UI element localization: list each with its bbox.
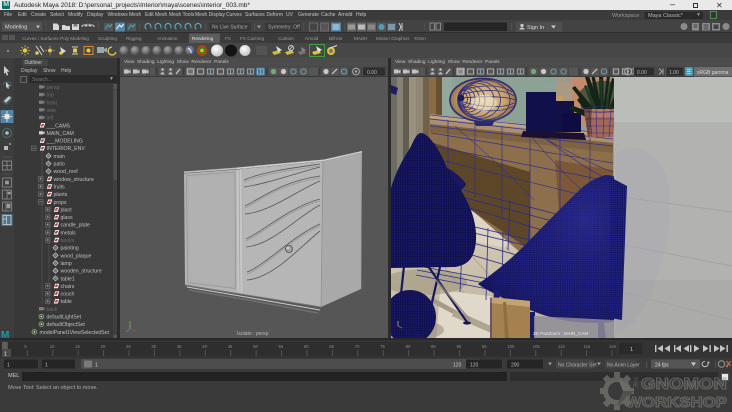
svg-text:95: 95	[482, 344, 487, 349]
svg-text:115: 115	[584, 344, 591, 349]
svg-text:INTERIOR_ENV: INTERIOR_ENV	[47, 146, 86, 152]
svg-text:0.00: 0.00	[637, 70, 647, 76]
svg-text:80: 80	[406, 344, 411, 349]
svg-text:Poly Modeling: Poly Modeling	[60, 36, 89, 41]
svg-text:40: 40	[202, 344, 207, 349]
svg-text:wood_plaque: wood_plaque	[61, 253, 92, 259]
svg-text:defaultObjectSet: defaultObjectSet	[47, 322, 86, 328]
svg-text:105: 105	[533, 344, 541, 349]
svg-text:couch: couch	[61, 292, 75, 298]
svg-text:painting: painting	[61, 246, 79, 252]
svg-text:left: left	[47, 116, 54, 122]
svg-text:10: 10	[50, 344, 55, 349]
svg-text:MASH: MASH	[354, 36, 367, 41]
svg-text:Isolate : persp: Isolate : persp	[237, 331, 269, 337]
svg-text:100: 100	[507, 344, 515, 349]
svg-text:120: 120	[453, 362, 462, 368]
svg-text:Rendering: Rendering	[192, 36, 214, 41]
svg-text:35: 35	[177, 344, 182, 349]
svg-text:Sculpting: Sculpting	[98, 36, 117, 41]
svg-text:Animation: Animation	[157, 36, 178, 41]
svg-text:persp: persp	[47, 85, 60, 91]
svg-text:plant: plant	[61, 207, 73, 213]
svg-text:glass: glass	[61, 215, 74, 221]
svg-text:85: 85	[431, 344, 436, 349]
svg-text:1.00: 1.00	[669, 70, 679, 76]
svg-text:90: 90	[456, 344, 461, 349]
svg-text:lamp: lamp	[61, 261, 72, 267]
svg-text:No Character Set: No Character Set	[558, 362, 597, 368]
svg-text:1: 1	[7, 362, 10, 368]
svg-text:1: 1	[45, 362, 48, 368]
svg-text:props: props	[54, 200, 67, 206]
svg-text:___CAMS: ___CAMS	[46, 123, 71, 129]
svg-text:candle_plate: candle_plate	[61, 223, 91, 229]
svg-text:15: 15	[75, 344, 80, 349]
svg-text:side: side	[47, 108, 57, 114]
svg-text:65: 65	[329, 344, 334, 349]
svg-text:front: front	[47, 100, 58, 106]
svg-text:back: back	[47, 307, 58, 313]
svg-text:Symmetry: Off: Symmetry: Off	[268, 25, 300, 31]
svg-text:Modeling: Modeling	[5, 25, 27, 31]
svg-text:defaultLightSet: defaultLightSet	[47, 315, 82, 321]
svg-text:0.00: 0.00	[367, 70, 377, 76]
svg-text:metals: metals	[61, 230, 77, 236]
svg-text:top: top	[47, 93, 54, 99]
svg-text:No Live Surface: No Live Surface	[212, 25, 248, 31]
svg-text:patio: patio	[54, 162, 65, 168]
svg-text:window_structure: window_structure	[54, 177, 94, 183]
svg-text:1920 x 1080: 1920 x 1080	[546, 78, 571, 83]
svg-text:plants: plants	[54, 192, 68, 198]
svg-text:20: 20	[101, 344, 106, 349]
svg-text:wood_roof: wood_roof	[54, 169, 79, 175]
svg-text:No Anim Layer: No Anim Layer	[607, 362, 640, 368]
svg-text:45: 45	[228, 344, 233, 349]
svg-text:70: 70	[355, 344, 360, 349]
svg-text:200: 200	[511, 362, 520, 368]
svg-text:main: main	[54, 154, 65, 160]
svg-text:24 fps: 24 fps	[655, 362, 669, 368]
svg-text:50: 50	[253, 344, 258, 349]
svg-text:Motion Graphics: Motion Graphics	[376, 36, 410, 41]
svg-text:120: 120	[470, 362, 479, 368]
svg-text:books: books	[61, 238, 75, 244]
svg-text:FX: FX	[225, 36, 231, 41]
svg-text:Arnold: Arnold	[305, 36, 319, 41]
svg-text:1: 1	[4, 352, 7, 358]
svg-text:___MODELING: ___MODELING	[46, 139, 83, 145]
svg-text:WORKSHOP: WORKSHOP	[626, 394, 727, 411]
svg-text:110: 110	[558, 344, 565, 349]
svg-text:55: 55	[279, 344, 284, 349]
svg-text:fruits: fruits	[54, 184, 66, 190]
svg-text:Curves / Surfaces: Curves / Surfaces	[22, 36, 59, 41]
svg-text:Custom: Custom	[278, 36, 294, 41]
svg-text:Sign In: Sign In	[527, 25, 544, 31]
svg-text:1: 1	[630, 347, 633, 353]
svg-text:60: 60	[304, 344, 309, 349]
svg-text:sRGB gamma: sRGB gamma	[697, 70, 729, 76]
svg-text:table1: table1	[61, 276, 75, 282]
svg-text:2D PanZoom : MAIN_CAM: 2D PanZoom : MAIN_CAM	[533, 331, 588, 336]
svg-text:25: 25	[126, 344, 131, 349]
svg-text:FX Caching: FX Caching	[240, 36, 264, 41]
svg-text:THE: THE	[632, 377, 638, 388]
svg-text:MAIN_CAM: MAIN_CAM	[47, 131, 74, 137]
svg-text:Rigging: Rigging	[126, 36, 142, 41]
svg-text:chairs: chairs	[61, 284, 75, 290]
svg-text:modelPanel1ViewSelectedSet: modelPanel1ViewSelectedSet	[40, 330, 110, 336]
svg-text:30: 30	[151, 344, 156, 349]
svg-text:table: table	[61, 299, 72, 305]
svg-text:wooden_structure: wooden_structure	[61, 269, 102, 275]
svg-text:120: 120	[609, 344, 617, 349]
svg-text:XGen: XGen	[414, 36, 426, 41]
svg-text:Bifrost: Bifrost	[329, 36, 343, 41]
svg-text:1: 1	[95, 362, 98, 368]
svg-text:GNOMON: GNOMON	[641, 376, 727, 393]
svg-text:75: 75	[380, 344, 385, 349]
